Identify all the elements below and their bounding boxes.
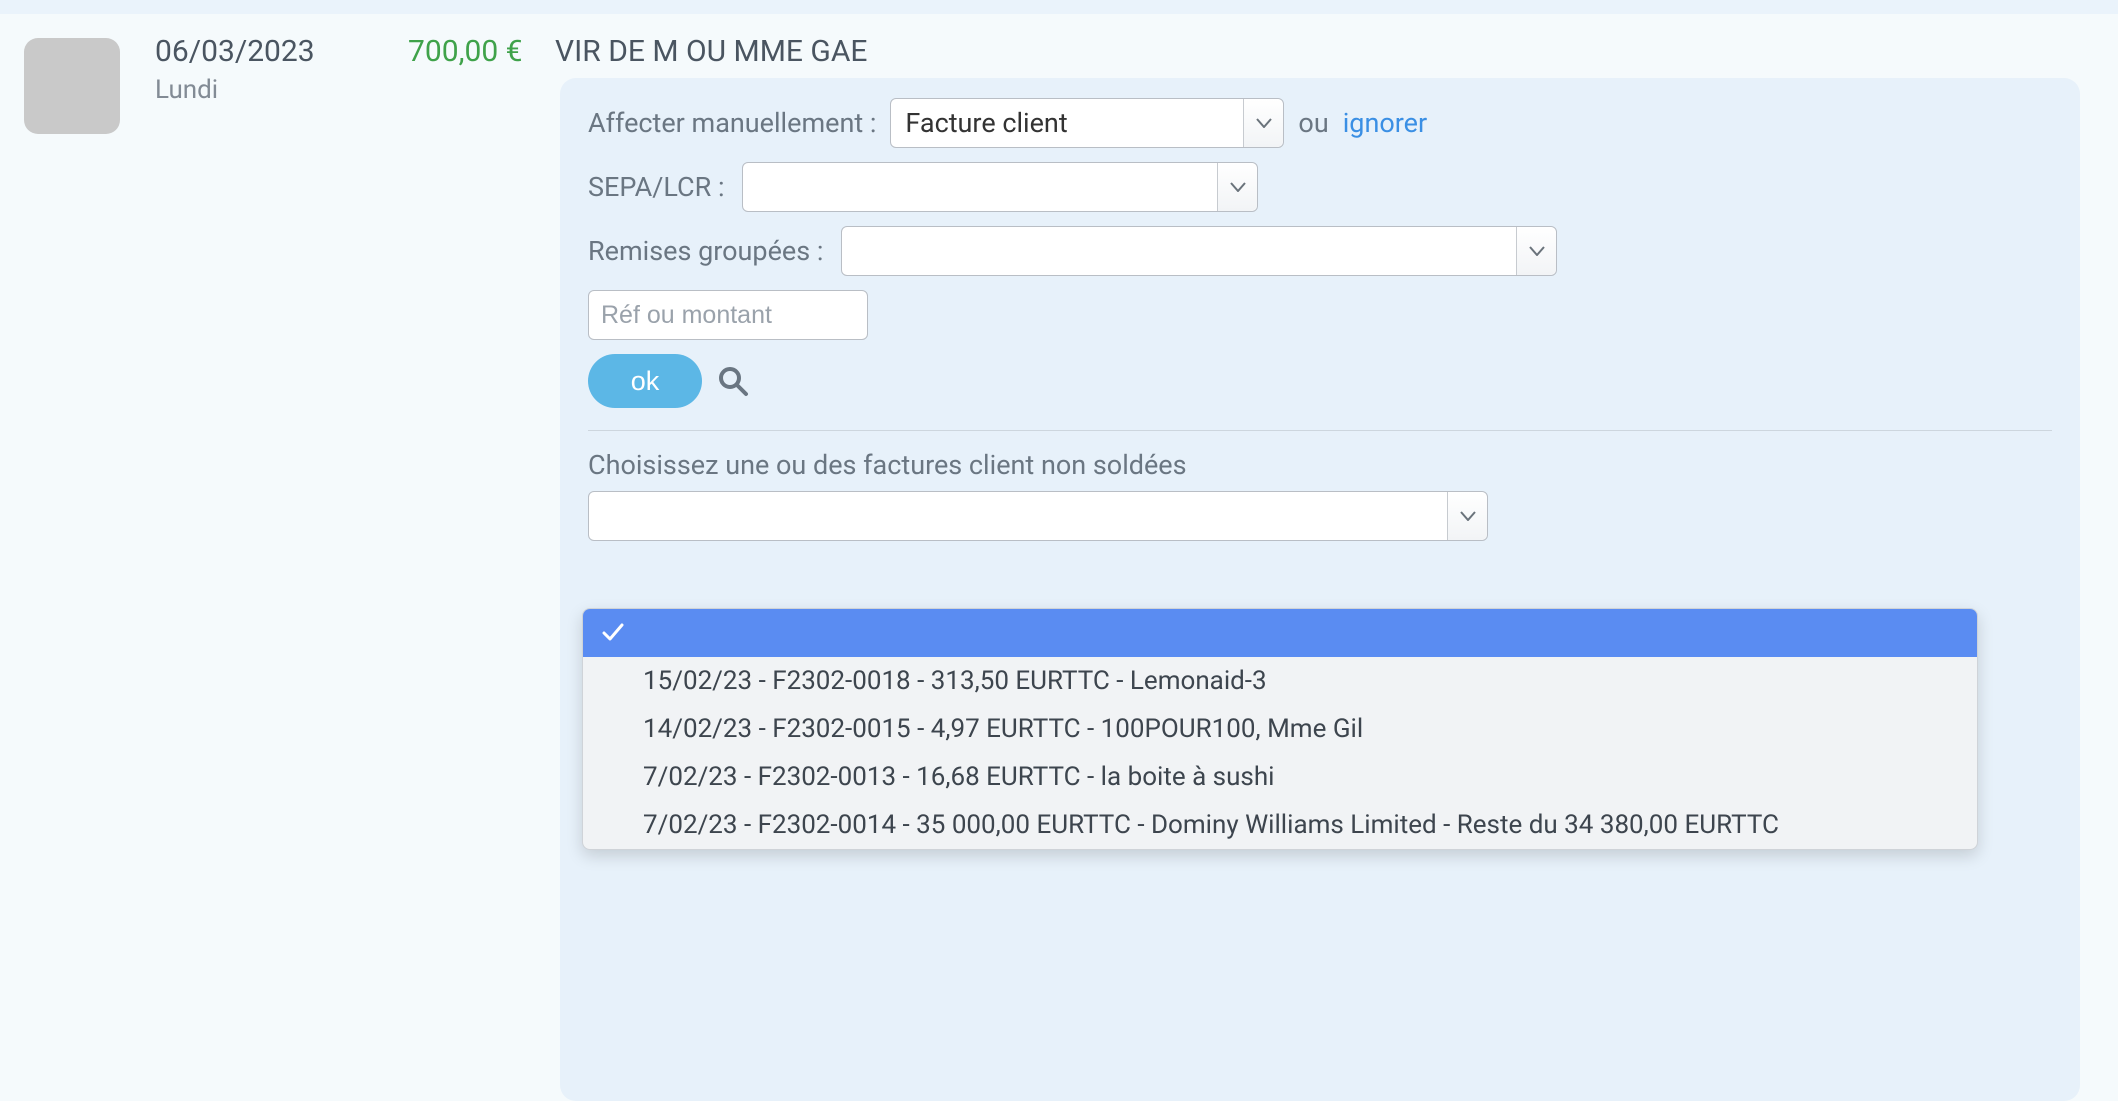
dropdown-item[interactable]: 7/02/23 - F2302-0014 - 35 000,00 EURTTC … <box>583 801 1977 849</box>
dropdown-item-label: 7/02/23 - F2302-0013 - 16,68 EURTTC - la… <box>643 762 1275 792</box>
transaction-thumbnail[interactable] <box>24 38 120 134</box>
assign-select-value: Facture client <box>891 107 1067 139</box>
dropdown-item-label: 15/02/23 - F2302-0018 - 313,50 EURTTC - … <box>643 666 1267 696</box>
dropdown-item-selected[interactable] <box>583 609 1977 657</box>
ref-or-amount-input[interactable] <box>588 290 868 340</box>
transaction-dow: Lundi <box>155 75 315 105</box>
check-icon <box>601 621 625 645</box>
dropdown-item[interactable]: 7/02/23 - F2302-0013 - 16,68 EURTTC - la… <box>583 753 1977 801</box>
choose-invoices-label: Choisissez une ou des factures client no… <box>588 449 2052 481</box>
chevron-down-icon[interactable] <box>1447 492 1487 540</box>
remises-label: Remises groupées : <box>588 235 823 267</box>
chevron-down-icon[interactable] <box>1243 99 1283 147</box>
assign-or-text: ou <box>1298 107 1328 139</box>
chevron-down-icon[interactable] <box>1217 163 1257 211</box>
sepa-select[interactable] <box>742 162 1258 212</box>
transaction-date: 06/03/2023 <box>155 34 315 69</box>
dropdown-item[interactable]: 14/02/23 - F2302-0015 - 4,97 EURTTC - 10… <box>583 705 1977 753</box>
transaction-date-block: 06/03/2023 Lundi <box>155 34 315 105</box>
transaction-amount: 700,00 € <box>408 34 523 69</box>
chevron-down-icon[interactable] <box>1516 227 1556 275</box>
transaction-description: VIR DE M OU MME GAE <box>555 34 867 69</box>
assign-select[interactable]: Facture client <box>890 98 1284 148</box>
invoice-select[interactable] <box>588 491 1488 541</box>
sepa-label: SEPA/LCR : <box>588 171 724 203</box>
divider <box>588 430 2052 431</box>
dropdown-item-label: 14/02/23 - F2302-0015 - 4,97 EURTTC - 10… <box>643 714 1363 744</box>
ok-button[interactable]: ok <box>588 354 702 408</box>
assignment-panel: Affecter manuellement : Facture client o… <box>560 78 2080 1101</box>
ignore-link[interactable]: ignorer <box>1343 107 1427 139</box>
remises-select[interactable] <box>841 226 1557 276</box>
assign-label: Affecter manuellement : <box>588 107 876 139</box>
invoice-dropdown: 15/02/23 - F2302-0018 - 313,50 EURTTC - … <box>582 608 1978 850</box>
top-strip <box>0 0 2118 14</box>
dropdown-item[interactable]: 15/02/23 - F2302-0018 - 313,50 EURTTC - … <box>583 657 1977 705</box>
search-icon[interactable] <box>712 360 754 402</box>
